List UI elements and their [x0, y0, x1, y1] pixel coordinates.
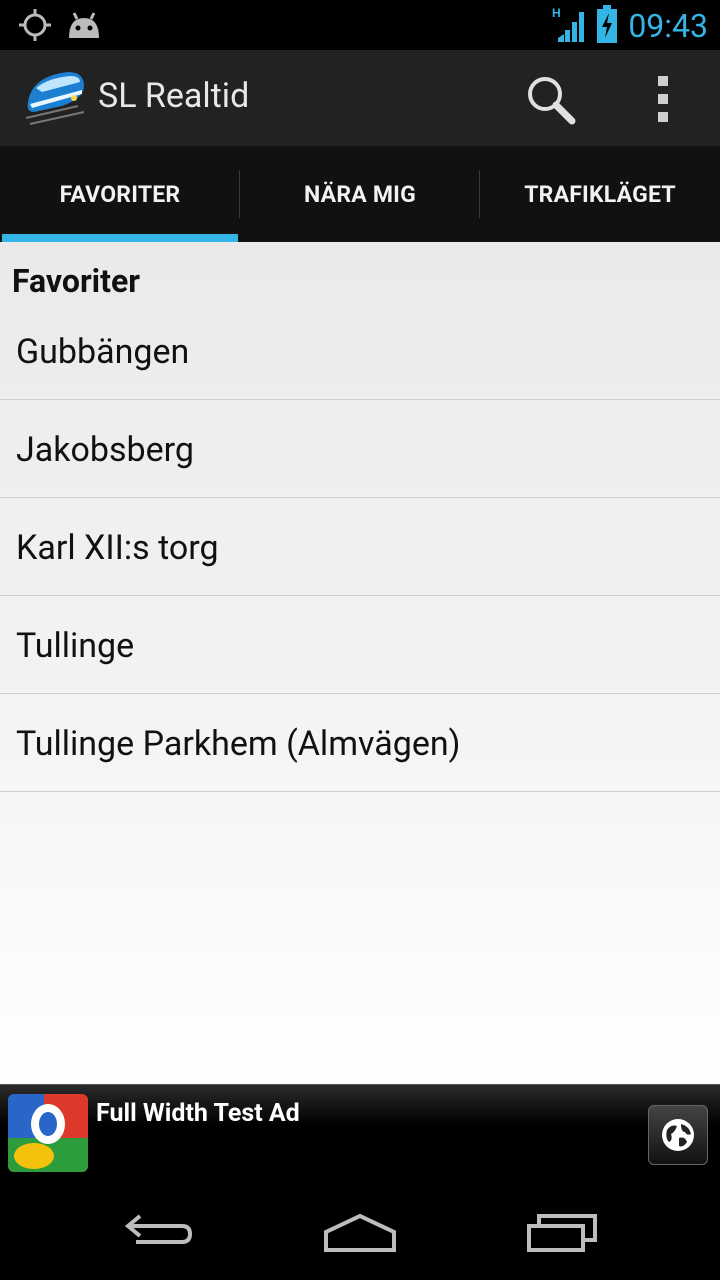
list-item-jakobsberg[interactable]: Jakobsberg	[0, 400, 720, 498]
navigation-bar	[0, 1184, 720, 1280]
list-item-tullinge-parkhem[interactable]: Tullinge Parkhem (Almvägen)	[0, 694, 720, 792]
signal-icon: H	[552, 6, 586, 46]
overflow-menu-icon[interactable]	[640, 72, 688, 128]
section-header: Favoriter	[12, 262, 140, 300]
selected-tab-indicator	[2, 234, 238, 242]
list-item-label: Gubbängen	[16, 332, 190, 372]
tab-label: TRAFIKLÄGET	[524, 180, 676, 208]
list-item-label: Tullinge	[16, 626, 135, 666]
tab-label: NÄRA MIG	[304, 180, 416, 208]
list-item-karl-xii-s-torg[interactable]: Karl XII:s torg	[0, 498, 720, 596]
favorites-content: Favoriter Gubbängen Jakobsberg Karl XII:…	[0, 242, 720, 1084]
google-logo-icon	[8, 1094, 88, 1172]
search-icon[interactable]	[525, 74, 577, 126]
ad-banner[interactable]: Full Width Test Ad	[0, 1084, 720, 1185]
list-item-gubbangen[interactable]: Gubbängen	[0, 302, 720, 400]
list-item-label: Karl XII:s torg	[16, 528, 219, 568]
battery-charging-icon	[596, 5, 618, 47]
svg-text:H: H	[552, 6, 561, 20]
ad-title: Full Width Test Ad	[96, 1099, 300, 1128]
tab-nara-mig[interactable]: NÄRA MIG	[240, 146, 480, 242]
recent-apps-icon[interactable]	[525, 1212, 601, 1260]
list-item-label: Tullinge Parkhem (Almvägen)	[16, 724, 461, 764]
action-bar: SL Realtid	[0, 50, 720, 147]
gps-icon	[18, 8, 52, 46]
tab-favoriter[interactable]: FAVORITER	[0, 146, 240, 242]
list-item-label: Jakobsberg	[16, 430, 194, 470]
app-logo-train-icon[interactable]	[22, 68, 90, 126]
tab-trafiklaget[interactable]: TRAFIKLÄGET	[480, 146, 720, 242]
tab-label: FAVORITER	[59, 180, 181, 208]
status-time: 09:43	[628, 7, 708, 45]
android-debug-icon	[66, 10, 102, 44]
list-item-tullinge[interactable]: Tullinge	[0, 596, 720, 694]
tab-bar: FAVORITER NÄRA MIG TRAFIKLÄGET	[0, 146, 720, 242]
status-bar: H 09:43	[0, 0, 720, 50]
back-icon[interactable]	[120, 1212, 200, 1256]
home-icon[interactable]	[322, 1212, 398, 1260]
app-title: SL Realtid	[98, 76, 250, 116]
favorites-list: Gubbängen Jakobsberg Karl XII:s torg Tul…	[0, 302, 720, 792]
globe-icon[interactable]	[648, 1105, 708, 1165]
